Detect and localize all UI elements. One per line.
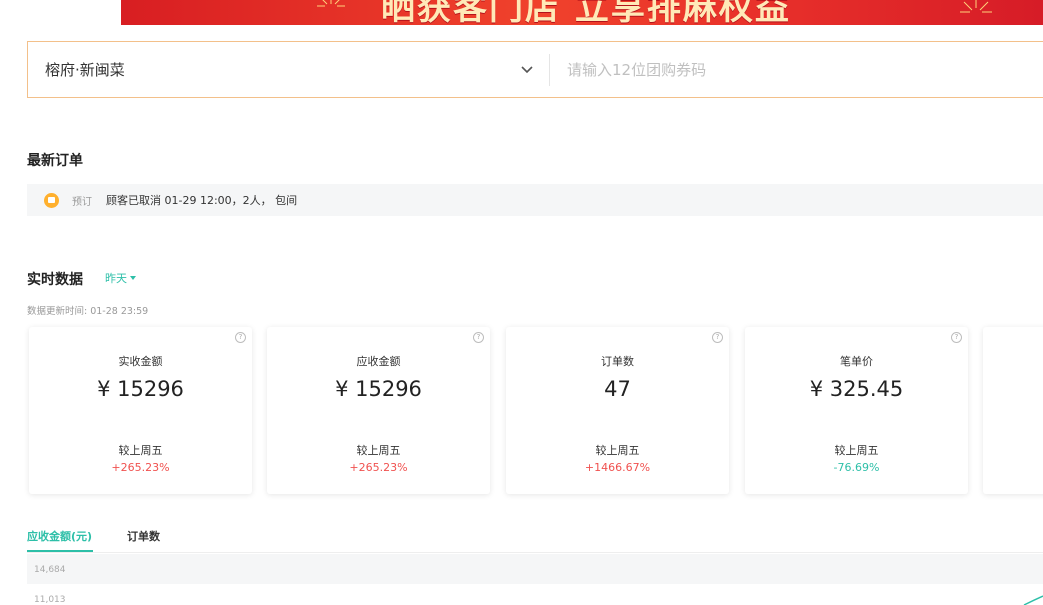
kpi-card-avg-price[interactable]: ? 笔单价 ¥ 325.45 较上周五 -76.69%	[745, 327, 968, 494]
kpi-compare-label: 较上周五	[118, 444, 163, 457]
kpi-value: ¥ 15296	[97, 377, 184, 401]
banner-title: 晒获客门店 立享排麻权益	[381, 0, 791, 25]
y-axis-tick: 14,684	[34, 565, 66, 575]
kpi-compare-label: 较上周五	[834, 444, 879, 457]
kpi-card-orders[interactable]: ? 订单数 47 较上周五 +1466.67%	[506, 327, 729, 494]
chevron-down-icon[interactable]	[521, 65, 533, 74]
kpi-compare-label: 较上周五	[595, 444, 640, 457]
kpi-label: 订单数	[601, 355, 634, 368]
caret-down-icon	[130, 276, 136, 280]
kpi-label: 笔单价	[840, 355, 873, 368]
order-bell-icon	[44, 192, 59, 208]
latest-orders-title: 最新订单	[27, 153, 83, 169]
chart-line	[1023, 595, 1043, 605]
firework-decoration-right	[960, 0, 992, 13]
kpi-label: 应收金额	[356, 355, 401, 368]
kpi-change: +1466.67%	[584, 461, 651, 474]
order-tag: 预订	[72, 196, 92, 208]
chart-grid-band	[27, 554, 1043, 584]
help-icon[interactable]: ?	[712, 332, 723, 343]
promo-banner[interactable]: 晒获客门店 立享排麻权益	[121, 0, 1043, 25]
help-icon[interactable]: ?	[951, 332, 962, 343]
firework-decoration-left	[317, 0, 345, 7]
kpi-compare-label: 较上周五	[356, 444, 401, 457]
kpi-card-receivable[interactable]: ? 应收金额 ¥ 15296 较上周五 +265.23%	[267, 327, 490, 494]
tab-receivable-amount[interactable]: 应收金额(元)	[27, 528, 92, 544]
realtime-data-title: 实时数据	[27, 272, 83, 288]
kpi-value: ¥ 15296	[335, 377, 422, 401]
help-icon[interactable]: ?	[235, 332, 246, 343]
tabs-divider	[27, 552, 1043, 553]
y-axis-tick: 11,013	[34, 595, 66, 605]
kpi-value: 47	[604, 377, 631, 401]
help-icon[interactable]: ?	[473, 332, 484, 343]
kpi-card-received[interactable]: ? 实收金额 ¥ 15296 较上周五 +265.23%	[29, 327, 252, 494]
kpi-change: +265.23%	[111, 461, 170, 474]
kpi-change: +265.23%	[349, 461, 408, 474]
order-notice-row[interactable]: 预订 顾客已取消 01-29 12:00，2人， 包间	[27, 184, 1043, 216]
period-dropdown[interactable]: 昨天	[105, 270, 136, 286]
order-text: 顾客已取消 01-29 12:00，2人， 包间	[106, 194, 298, 207]
store-name: 榕府·新闽菜	[45, 61, 125, 79]
period-label: 昨天	[105, 272, 127, 285]
store-selector-bar: 榕府·新闽菜	[27, 41, 1043, 98]
store-select[interactable]: 榕府·新闽菜	[28, 42, 549, 97]
kpi-value: ¥ 325.45	[809, 377, 904, 401]
tab-order-count[interactable]: 订单数	[127, 528, 160, 544]
update-time: 数据更新时间: 01-28 23:59	[27, 306, 149, 317]
kpi-card-partial[interactable]	[983, 327, 1043, 494]
coupon-code-input[interactable]	[550, 42, 1043, 97]
kpi-change: -76.69%	[833, 461, 880, 474]
kpi-label: 实收金额	[118, 355, 163, 368]
